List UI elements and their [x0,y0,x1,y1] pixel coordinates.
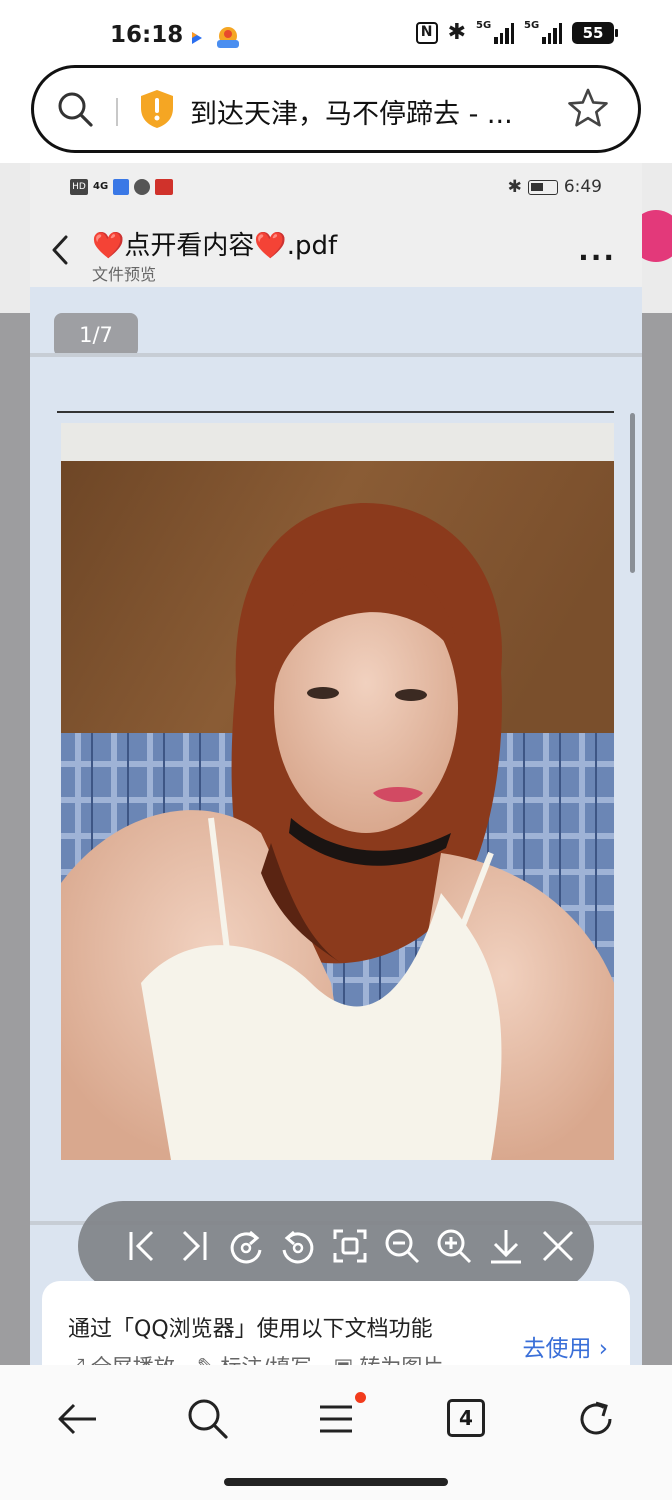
wechat-icon [134,179,151,195]
nfc-icon: N [415,22,438,44]
promo-banner: 通过「QQ浏览器」使用以下文档功能 去使用 › ⤢ 全屏播放 ✎ 标注/填写 ▣ 转为… [42,1281,630,1365]
signal-icon: 5G [524,20,562,44]
embedded-network-label: 4G [93,181,109,192]
search-icon[interactable] [184,1395,232,1443]
address-bar[interactable]: 到达天津，马不停蹄去 - ... [31,65,641,153]
more-icon[interactable]: ··· [578,241,616,274]
back-icon[interactable] [48,231,72,269]
image-icon: ▣ [334,1354,354,1365]
document-photo [61,423,614,1160]
qq-icon [113,179,130,195]
battery-icon [527,179,558,195]
feature-annotate[interactable]: ✎ 标注/填写 [197,1351,312,1365]
edit-icon: ✎ [197,1354,215,1365]
download-icon[interactable] [486,1226,526,1266]
fullscreen-icon: ⤢ [68,1354,85,1366]
fit-screen-icon[interactable] [330,1226,370,1266]
refresh-icon[interactable] [572,1395,620,1443]
shield-icon[interactable] [138,88,176,130]
document-toolbar [78,1201,594,1291]
page-title[interactable]: 到达天津，马不停蹄去 - ... [190,92,513,131]
hd-icon: HD [70,179,88,195]
document-rule [57,411,614,413]
zoom-out-icon[interactable] [382,1226,422,1266]
signal-icon: 5G [476,20,514,44]
feature-fullscreen[interactable]: ⤢ 全屏播放 [68,1351,175,1366]
banner-text: 通过「QQ浏览器」使用以下文档功能 [68,1317,433,1342]
file-title: ❤️点开看内容❤️.pdf [92,231,338,261]
status-time: 16:18 [110,22,184,48]
rotate-right-icon[interactable] [278,1226,318,1266]
close-icon[interactable] [538,1226,578,1266]
notification-dot [355,1392,366,1403]
star-icon[interactable] [566,86,610,130]
first-page-icon[interactable] [122,1226,162,1266]
tabs-icon[interactable]: 4 [447,1399,485,1437]
embedded-screenshot: HD 4G ✱ 6:49 ❤️点开看内容❤️.pdf 文件预览 ··· 1/7 [30,163,642,1365]
divider [116,98,118,126]
signal-label: 5G [476,20,492,31]
bluetooth-icon: ✱ [447,20,466,45]
scrollbar[interactable] [630,413,635,573]
file-header: ❤️点开看内容❤️.pdf 文件预览 ··· [30,213,642,287]
file-subtitle: 文件预览 [92,265,157,284]
status-bar: 16:18 N ✱ 5G 5G 55 [0,0,672,62]
bluetooth-icon: ✱ [507,177,522,197]
menu-icon[interactable] [312,1395,360,1443]
embedded-status-bar: HD 4G ✱ 6:49 [30,163,642,213]
arrow-back-icon[interactable] [54,1395,102,1443]
banner-features: ⤢ 全屏播放 ✎ 标注/填写 ▣ 转为图片 [68,1351,444,1366]
zoom-in-icon[interactable] [434,1226,474,1266]
battery-icon: 55 [572,22,618,44]
page-separator [30,353,642,357]
browser-bottom-nav: 4 [0,1365,672,1500]
last-page-icon[interactable] [174,1226,214,1266]
banner-use-button[interactable]: 去使用 › [522,1329,608,1363]
status-icons: N ✱ 5G 5G 55 [415,20,618,45]
app-notification-icon [217,27,239,48]
app-icon [155,179,174,195]
home-indicator[interactable] [224,1478,448,1486]
feature-label: 全屏播放 [91,1351,175,1365]
search-icon[interactable] [54,88,96,130]
signal-label: 5G [524,20,540,31]
embedded-time: 6:49 [563,177,602,197]
feature-label: 转为图片 [359,1351,443,1365]
app-notification-icon [192,32,202,44]
page-counter: 1/7 [54,313,138,357]
rotate-left-icon[interactable] [226,1226,266,1266]
feature-label: 标注/填写 [220,1351,311,1365]
feature-to-image[interactable]: ▣ 转为图片 [334,1351,444,1365]
